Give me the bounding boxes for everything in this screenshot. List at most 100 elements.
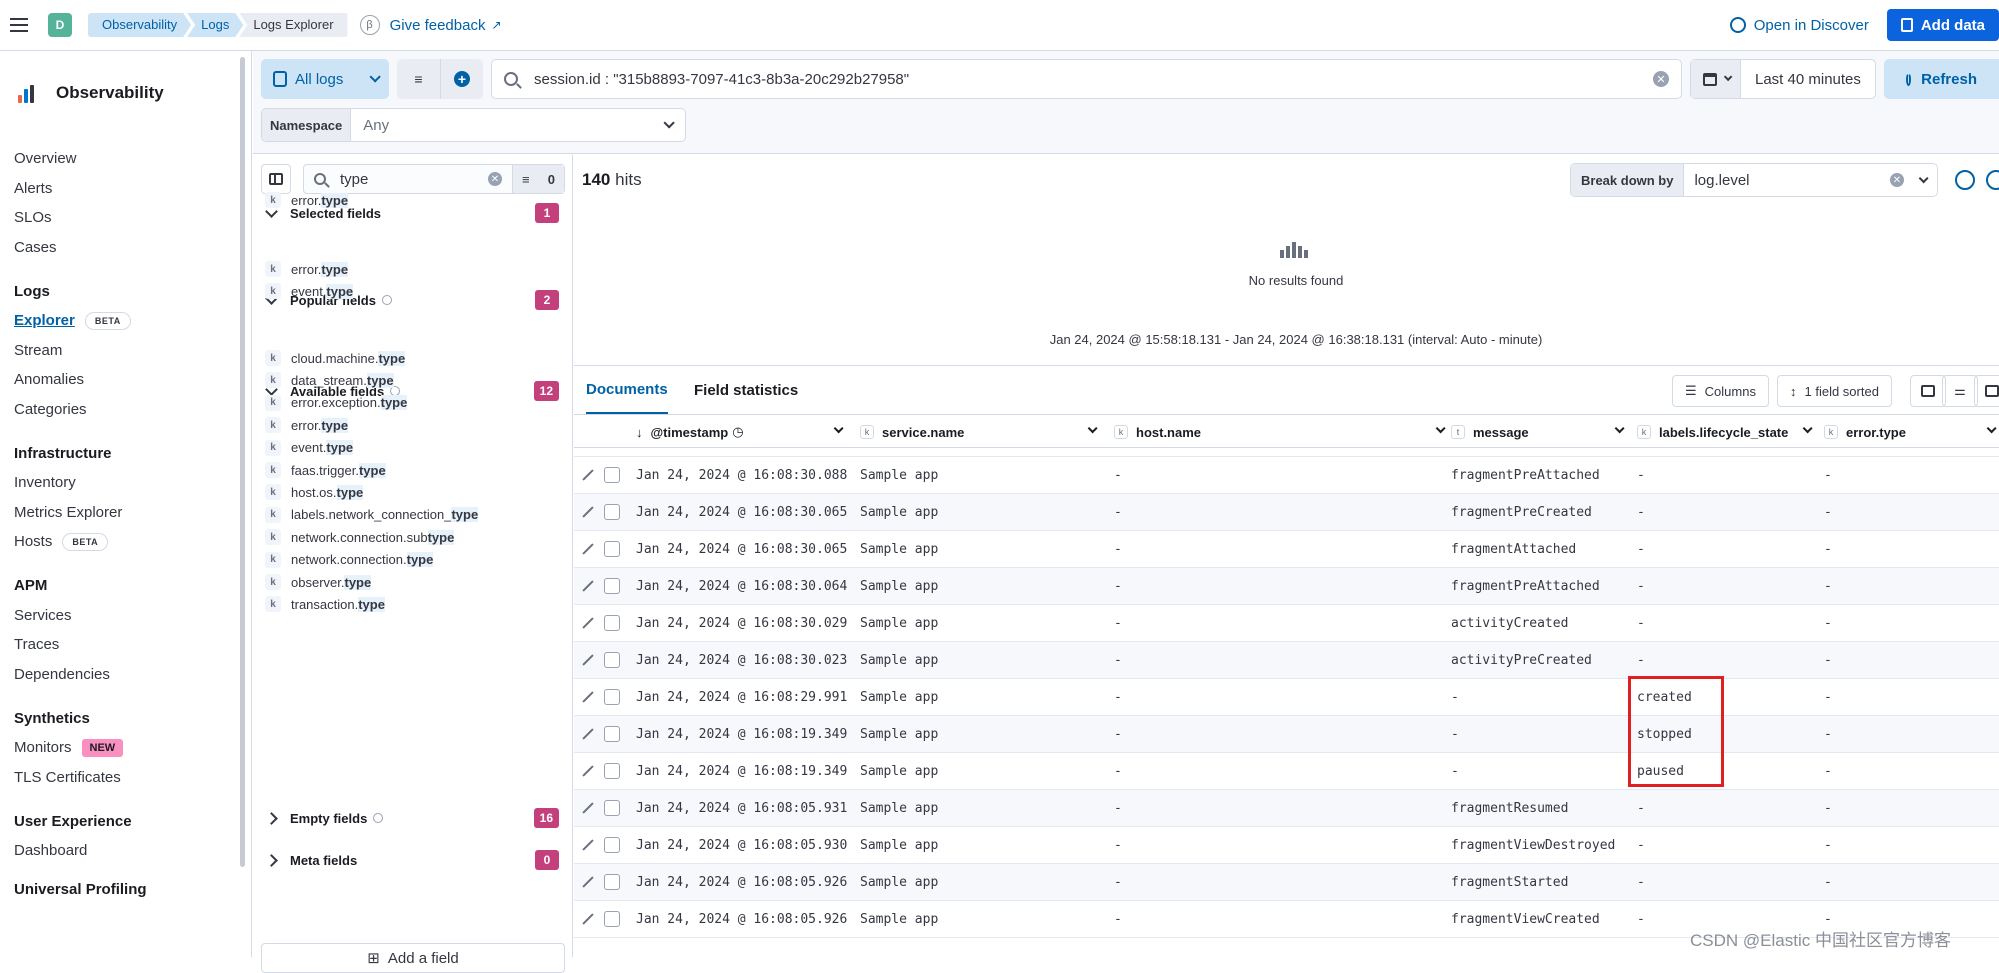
columns-button[interactable]: ☰ Columns <box>1672 375 1769 407</box>
field-item[interactable]: k event. type <box>265 281 354 301</box>
nav-item-slos[interactable]: SLOs <box>14 203 234 233</box>
nav-item-tls-certificates[interactable]: TLS Certificates <box>14 763 234 793</box>
nav-item-monitors[interactable]: Monitors NEW <box>14 733 234 763</box>
menu-icon[interactable] <box>10 18 28 32</box>
field-item[interactable]: k network.connection.sub type <box>265 527 455 547</box>
expand-row-icon[interactable] <box>582 580 594 592</box>
table-row[interactable]: Jan 24, 2024 @ 16:08:29.991 Sample app - - c… <box>574 679 1999 716</box>
nav-item-hosts[interactable]: Hosts BETA <box>14 527 234 557</box>
row-checkbox[interactable] <box>604 615 620 631</box>
row-checkbox[interactable] <box>604 800 620 816</box>
row-checkbox[interactable] <box>604 578 620 594</box>
column-header-host-name[interactable]: k host.name <box>1114 416 1448 448</box>
column-header-lifecycle-state[interactable]: k labels.lifecycle_state <box>1637 416 1815 448</box>
field-item[interactable]: k cloud.machine. type <box>265 348 406 368</box>
table-row[interactable]: Jan 24, 2024 @ 16:08:30.065 Sample app - fr… <box>574 531 1999 568</box>
expand-row-icon[interactable] <box>582 802 594 814</box>
field-item[interactable]: k transaction. type <box>265 594 385 614</box>
field-item[interactable]: k network.connection. type <box>265 550 434 570</box>
column-header-message[interactable]: t message <box>1451 416 1627 448</box>
nav-item-explorer[interactable]: Explorer BETA <box>14 306 234 336</box>
row-checkbox[interactable] <box>604 504 620 520</box>
clear-icon[interactable]: ✕ <box>1890 173 1904 187</box>
table-row[interactable]: Jan 24, 2024 @ 16:08:19.349 Sample app - - s… <box>574 716 1999 753</box>
table-row[interactable]: Jan 24, 2024 @ 16:08:30.023 Sample app - ac… <box>574 642 1999 679</box>
row-checkbox[interactable] <box>604 652 620 668</box>
expand-row-icon[interactable] <box>582 654 594 666</box>
add-filter-button[interactable]: + <box>440 59 483 99</box>
breadcrumb-logs[interactable]: Logs <box>187 13 243 37</box>
expand-row-icon[interactable] <box>582 543 594 555</box>
expand-row-icon[interactable] <box>582 617 594 629</box>
row-checkbox[interactable] <box>604 874 620 890</box>
nav-item-overview[interactable]: Overview <box>14 144 234 174</box>
column-header-timestamp[interactable]: ↓ @timestamp ◷ <box>636 416 846 448</box>
clear-icon[interactable]: ✕ <box>488 172 502 186</box>
field-item[interactable]: k error. type <box>265 415 349 435</box>
filter-menu-button[interactable]: ≡ <box>397 59 440 99</box>
field-item[interactable]: k observer. type <box>265 572 372 592</box>
add-data-button[interactable]: Add data <box>1886 9 1999 41</box>
expand-row-icon[interactable] <box>582 691 594 703</box>
row-checkbox[interactable] <box>604 467 620 483</box>
expand-row-icon[interactable] <box>582 506 594 518</box>
nav-item-services[interactable]: Services <box>14 601 234 631</box>
dataset-selector[interactable]: All logs <box>261 59 389 99</box>
field-item[interactable]: k error.exception. type <box>265 393 408 413</box>
fullscreen-button[interactable] <box>1974 375 1999 407</box>
row-checkbox[interactable] <box>604 763 620 779</box>
field-item[interactable]: k error. type <box>265 259 349 279</box>
field-item[interactable]: k faas.trigger. type <box>265 460 386 480</box>
nav-item-cases[interactable]: Cases <box>14 233 234 263</box>
field-item[interactable]: k error. type <box>265 190 349 210</box>
nav-item-metrics-explorer[interactable]: Metrics Explorer <box>14 498 234 528</box>
open-in-discover-link[interactable]: Open in Discover <box>1729 17 1869 34</box>
nav-item-dashboard[interactable]: Dashboard <box>14 836 234 866</box>
keyboard-shortcuts-button[interactable] <box>1910 375 1946 407</box>
refresh-button[interactable]: Refresh <box>1884 59 1999 99</box>
search-input[interactable]: session.id : "315b8893-7097-41c3-8b3a-20… <box>491 59 1682 99</box>
row-checkbox[interactable] <box>604 689 620 705</box>
expand-row-icon[interactable] <box>582 876 594 888</box>
tab-field-statistics[interactable]: Field statistics <box>694 366 798 414</box>
field-item[interactable]: k labels.network_connection_ type <box>265 505 479 525</box>
expand-row-icon[interactable] <box>582 765 594 777</box>
column-header-service-name[interactable]: k service.name <box>860 416 1100 448</box>
breakdown-selector[interactable]: Break down by log.level ✕ <box>1570 163 1938 197</box>
meta-fields-toggle[interactable]: Meta fields 0 <box>265 850 559 870</box>
row-checkbox[interactable] <box>604 726 620 742</box>
table-row[interactable]: Jan 24, 2024 @ 16:08:05.931 Sample app - fr… <box>574 790 1999 827</box>
time-picker[interactable]: Last 40 minutes <box>1690 59 1876 99</box>
expand-row-icon[interactable] <box>582 839 594 851</box>
namespace-filter[interactable]: Namespace Any <box>261 108 686 142</box>
nav-item-categories[interactable]: Categories <box>14 395 234 425</box>
field-type-filter-button[interactable]: ≡ 0 <box>512 165 564 193</box>
nav-item-dependencies[interactable]: Dependencies <box>14 660 234 690</box>
empty-fields-toggle[interactable]: Empty fields 16 <box>265 808 559 828</box>
row-checkbox[interactable] <box>604 541 620 557</box>
nav-item-inventory[interactable]: Inventory <box>14 468 234 498</box>
nav-item-traces[interactable]: Traces <box>14 630 234 660</box>
table-row[interactable]: Jan 24, 2024 @ 16:08:05.926 Sample app - fr… <box>574 864 1999 901</box>
table-row[interactable]: Jan 24, 2024 @ 16:08:30.029 Sample app - ac… <box>574 605 1999 642</box>
expand-row-icon[interactable] <box>582 728 594 740</box>
table-row[interactable]: Jan 24, 2024 @ 16:08:05.930 Sample app - fr… <box>574 827 1999 864</box>
column-header-error-type[interactable]: k error.type <box>1824 416 1999 448</box>
field-item[interactable]: k host.os. type <box>265 482 364 502</box>
expand-row-icon[interactable] <box>582 469 594 481</box>
sort-button[interactable]: ↕ 1 field sorted <box>1777 375 1892 407</box>
space-avatar[interactable]: D <box>48 13 72 37</box>
quick-menu-button[interactable] <box>1691 60 1741 98</box>
display-settings-button[interactable]: ⚌ <box>1942 375 1978 407</box>
expand-row-icon[interactable] <box>582 913 594 925</box>
table-row[interactable]: Jan 24, 2024 @ 16:08:19.349 Sample app - - p… <box>574 753 1999 790</box>
table-row[interactable]: Jan 24, 2024 @ 16:08:30.088 Sample app - fr… <box>574 457 1999 494</box>
gear-icon[interactable] <box>1986 170 1999 190</box>
field-item[interactable]: k data_stream. type <box>265 370 394 390</box>
field-item[interactable]: k event. type <box>265 438 354 458</box>
row-checkbox[interactable] <box>604 837 620 853</box>
add-field-button[interactable]: ⊞ Add a field <box>261 943 565 973</box>
table-row[interactable]: Jan 24, 2024 @ 16:08:30.065 Sample app - fr… <box>574 494 1999 531</box>
histogram-options-icon[interactable] <box>1955 170 1975 190</box>
give-feedback-link[interactable]: β Give feedback ↗ <box>359 15 502 35</box>
